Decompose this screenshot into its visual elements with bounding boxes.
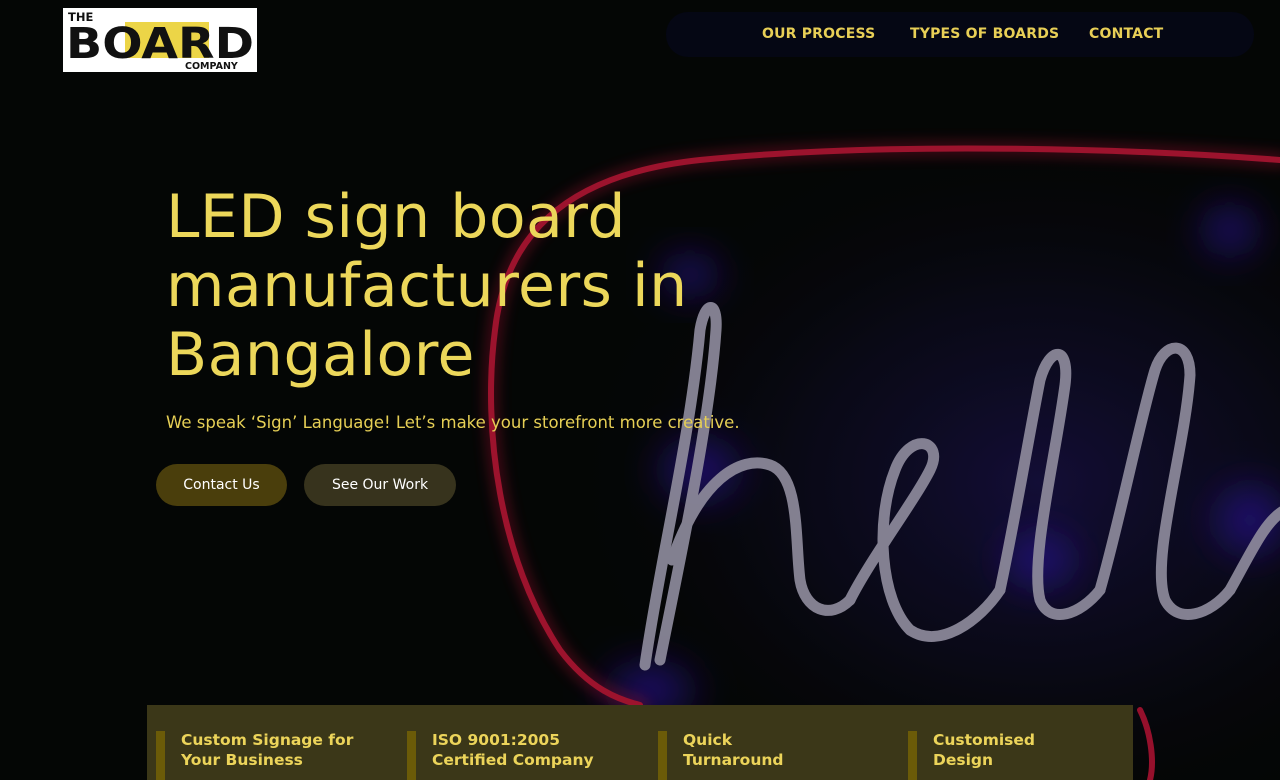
contact-us-button[interactable]: Contact Us — [156, 464, 287, 506]
neon-sign-illustration — [0, 0, 1280, 780]
hero-headline: LED sign board manufacturers in Bangalor… — [166, 183, 806, 390]
nav-link-types-of-boards[interactable]: TYPES OF BOARDS — [910, 26, 1059, 42]
hero-background-image — [0, 0, 1280, 780]
features-strip: Custom Signage for Your Business ISO 900… — [147, 705, 1133, 780]
feature-title-line: Quick — [683, 731, 733, 749]
feature-iso-certified: ISO 9001:2005 Certified Company — [407, 731, 627, 780]
board-company-logo-graphic: THE BOARD COMPANY — [63, 8, 257, 72]
brand-logo[interactable]: THE BOARD COMPANY — [63, 8, 257, 72]
feature-title-line: Certified Company — [432, 751, 594, 769]
hero-tagline: We speak ‘Sign’ Language! Let’s make you… — [166, 413, 740, 432]
feature-customised-design: Customised Design — [908, 731, 1128, 780]
nav-link-contact[interactable]: CONTACT — [1089, 26, 1163, 42]
hero-headline-line-3: Bangalore — [166, 320, 475, 390]
hero-headline-line-2: manufacturers in — [166, 251, 688, 321]
feature-title-line: Customised — [933, 731, 1035, 749]
main-nav: OUR PROCESS TYPES OF BOARDS CONTACT — [666, 12, 1254, 57]
feature-custom-signage: Custom Signage for Your Business — [156, 731, 376, 780]
feature-title-line: Design — [933, 751, 994, 769]
feature-title-line: Turnaround — [683, 751, 784, 769]
feature-title-line: ISO 9001:2005 — [432, 731, 560, 749]
feature-quick-turnaround: Quick Turnaround — [658, 731, 878, 780]
hero-headline-line-1: LED sign board — [166, 182, 626, 252]
nav-link-our-process[interactable]: OUR PROCESS — [762, 26, 875, 42]
logo-company-text: COMPANY — [185, 61, 238, 72]
feature-title-line: Custom Signage for — [181, 731, 354, 749]
feature-title-line: Your Business — [181, 751, 303, 769]
see-our-work-button[interactable]: See Our Work — [304, 464, 456, 506]
page: THE BOARD COMPANY OUR PROCESS TYPES OF B… — [0, 0, 1280, 780]
